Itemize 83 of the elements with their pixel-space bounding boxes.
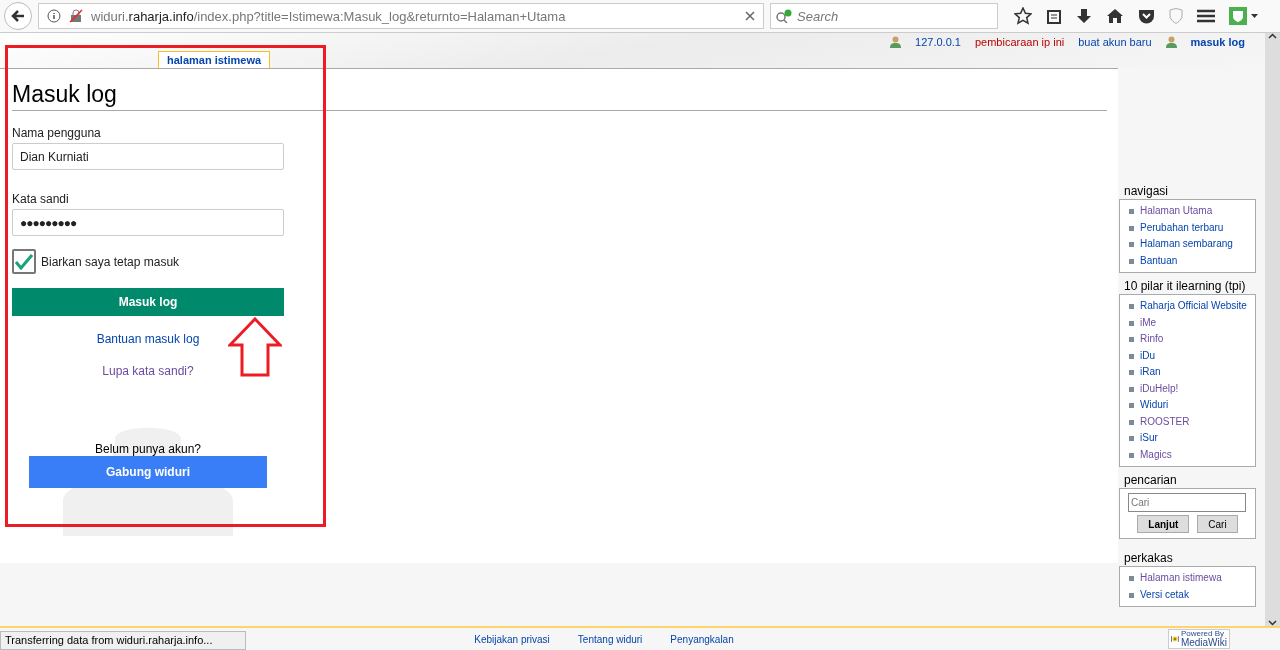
bullet-icon — [1129, 452, 1134, 458]
user-icon — [890, 36, 902, 48]
special-page-tab[interactable]: halaman istimewa — [158, 51, 271, 68]
footer-link[interactable]: Tentang widuri — [577, 633, 643, 645]
remember-checkbox[interactable] — [12, 249, 36, 274]
personal-link[interactable]: 127.0.0.1 — [915, 36, 961, 48]
bullet-icon — [1129, 320, 1134, 326]
bullet-icon — [1129, 370, 1134, 375]
download-icon[interactable] — [1076, 8, 1092, 24]
sidebar-link[interactable]: Rinfo — [1140, 331, 1164, 348]
username-label: Nama pengguna — [12, 126, 102, 140]
pocket-icon[interactable] — [1138, 8, 1155, 24]
user-icon — [1165, 36, 1177, 48]
personal-link[interactable]: masuk log — [1190, 36, 1245, 48]
sidebar-link[interactable]: iDu — [1140, 347, 1155, 364]
bullet-icon — [1129, 403, 1134, 408]
sidebar-link[interactable]: Perubahan terbaru — [1140, 219, 1224, 236]
up-arrow-drawing — [228, 317, 282, 377]
search-icon — [776, 9, 792, 23]
bullet-icon — [1129, 353, 1134, 359]
login-help-link[interactable]: Bantuan masuk log — [96, 332, 200, 346]
footer-link[interactable]: Penyangkalan — [670, 633, 734, 645]
footer-link[interactable]: Kebijakan privasi — [474, 633, 550, 645]
url-text: widuri.raharja.info/index.php?title=Istimewa:Masuk_log&returnto=Halaman+Utama — [91, 8, 567, 24]
scrollbar[interactable] — [1265, 33, 1280, 626]
portal-title: navigasi — [1124, 184, 1170, 198]
password-input[interactable]: ●●●●●●●●● — [12, 209, 284, 236]
wiki-search-input[interactable]: Cari — [1128, 493, 1246, 512]
scroll-down-icon[interactable] — [1268, 620, 1277, 626]
bullet-icon — [1129, 592, 1134, 598]
lock-crossed-icon — [69, 9, 83, 23]
portal-title: pencarian — [1124, 473, 1178, 487]
bullet-icon — [1129, 576, 1134, 581]
forgot-password-link[interactable]: Lupa kata sandi? — [102, 364, 194, 378]
back-button[interactable] — [4, 2, 32, 30]
sidebar-link[interactable]: iRan — [1140, 364, 1161, 381]
scroll-up-icon[interactable] — [1268, 33, 1277, 39]
sidebar-link[interactable]: Versi cetak — [1140, 586, 1189, 603]
status-text: Transferring data from widuri.raharja.info... — [0, 631, 246, 650]
signup-prompt: Belum punya akun? — [94, 442, 202, 456]
sidebar-link[interactable]: ROOSTER — [1140, 413, 1190, 430]
username-input[interactable]: Dian Kurniati — [12, 143, 284, 170]
sidebar-link[interactable]: iSur — [1140, 430, 1158, 447]
clipboard-icon[interactable] — [1046, 8, 1062, 24]
bullet-icon — [1129, 242, 1134, 247]
shield-extension-icon[interactable] — [1229, 7, 1259, 25]
bullet-icon — [1129, 337, 1134, 342]
personal-link[interactable]: buat akun baru — [1078, 36, 1152, 48]
portal-title: 10 pilar it ilearning (tpi) — [1124, 279, 1247, 293]
bullet-icon — [1129, 225, 1134, 231]
bullet-icon — [1129, 209, 1134, 214]
page-heading: Masuk log — [12, 81, 1107, 111]
sidebar-link[interactable]: Halaman sembarang — [1140, 236, 1233, 253]
login-button[interactable]: Masuk log — [12, 288, 284, 316]
sidebar-link[interactable]: Bantuan — [1140, 252, 1178, 269]
remember-label: Biarkan saya tetap masuk — [41, 254, 180, 269]
sidebar-link[interactable]: iDuHelp! — [1140, 380, 1179, 397]
password-label: Kata sandi — [12, 192, 70, 206]
sidebar-link[interactable]: Raharja Official Website — [1140, 298, 1247, 315]
bullet-icon — [1129, 419, 1134, 425]
bullet-icon — [1129, 386, 1134, 392]
sidebar-link[interactable]: Magics — [1140, 446, 1172, 463]
search-button[interactable]: Cari — [1197, 515, 1238, 533]
menu-icon[interactable] — [1197, 9, 1215, 23]
star-icon[interactable] — [1014, 7, 1032, 25]
personal-link[interactable]: pembicaraan ip ini — [974, 36, 1065, 48]
search-button[interactable]: Lanjut — [1137, 515, 1190, 533]
mediawiki-badge[interactable]: Powered By MediaWiki — [1168, 629, 1230, 649]
sidebar-link[interactable]: Halaman istimewa — [1140, 570, 1222, 587]
home-icon[interactable] — [1106, 8, 1124, 24]
sidebar-link[interactable]: Widuri — [1140, 397, 1169, 414]
bullet-icon — [1129, 436, 1134, 441]
sidebar-link[interactable]: Halaman Utama — [1140, 203, 1213, 220]
info-icon[interactable] — [47, 9, 61, 23]
sidebar-link[interactable]: iMe — [1140, 314, 1157, 331]
signup-button[interactable]: Gabung widuri — [29, 456, 267, 488]
close-icon[interactable] — [745, 11, 755, 21]
search-field[interactable]: Search — [770, 3, 998, 29]
back-arrow-icon — [11, 9, 25, 23]
bullet-icon — [1129, 258, 1134, 264]
address-bar[interactable]: widuri.raharja.info/index.php?title=Istimewa:Masuk_log&returnto=Halaman+Utama — [38, 3, 764, 29]
bullet-icon — [1129, 304, 1134, 309]
portal-title: perkakas — [1124, 551, 1174, 565]
